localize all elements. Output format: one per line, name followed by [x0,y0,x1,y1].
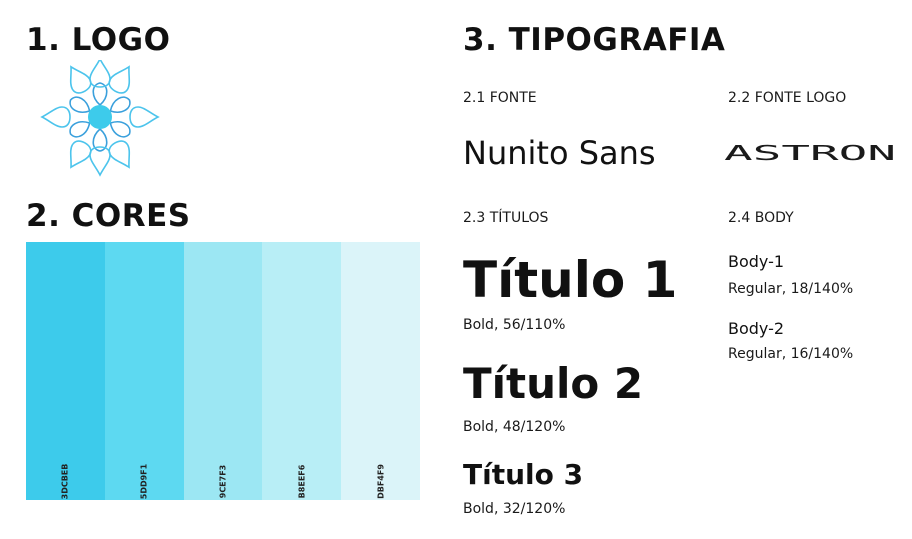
logo-font-wordmark: ASTRON [724,143,896,163]
logo-section-title: 1. LOGO [26,22,171,58]
color-code: 3DCBEB [60,463,70,500]
title-2-spec: Bold, 48/120% [463,419,566,435]
title-3-sample: Título 3 [463,458,584,491]
brand-logo-icon [40,60,160,177]
titles-label: 2.3 TÍTULOS [463,210,549,226]
body-label: 2.4 BODY [728,210,794,226]
body-1-spec: Regular, 18/140% [728,281,854,297]
title-3-spec: Bold, 32/120% [463,501,566,517]
color-swatch: 3DCBEB [26,242,105,500]
svg-text:ASTRON: ASTRON [724,143,896,163]
color-swatch: 5DD9F1 [104,242,184,500]
font-name: Nunito Sans [463,134,656,172]
colors-section-title: 2. CORES [26,198,191,234]
title-1-sample: Título 1 [463,251,678,309]
body-1-name: Body-1 [728,252,785,271]
font-label: 2.1 FONTE [463,90,537,106]
color-palette: 3DCBEB 5DD9F1 9CE7F3 B8EEF6 DBF4F9 [26,242,420,500]
title-1-spec: Bold, 56/110% [463,317,566,333]
typography-section-title: 3. TIPOGRAFIA [463,22,726,58]
color-swatch: B8EEF6 [262,242,342,500]
body-2-name: Body-2 [728,319,785,338]
body-2-spec: Regular, 16/140% [728,346,854,362]
color-swatch: DBF4F9 [341,242,420,500]
logo-font-label: 2.2 FONTE LOGO [728,90,847,106]
color-code: 9CE7F3 [218,464,228,499]
color-code: B8EEF6 [297,464,307,499]
color-code: DBF4F9 [376,464,386,499]
color-code: 5DD9F1 [139,463,149,500]
color-swatch: 9CE7F3 [183,242,263,500]
title-2-sample: Título 2 [463,359,644,408]
